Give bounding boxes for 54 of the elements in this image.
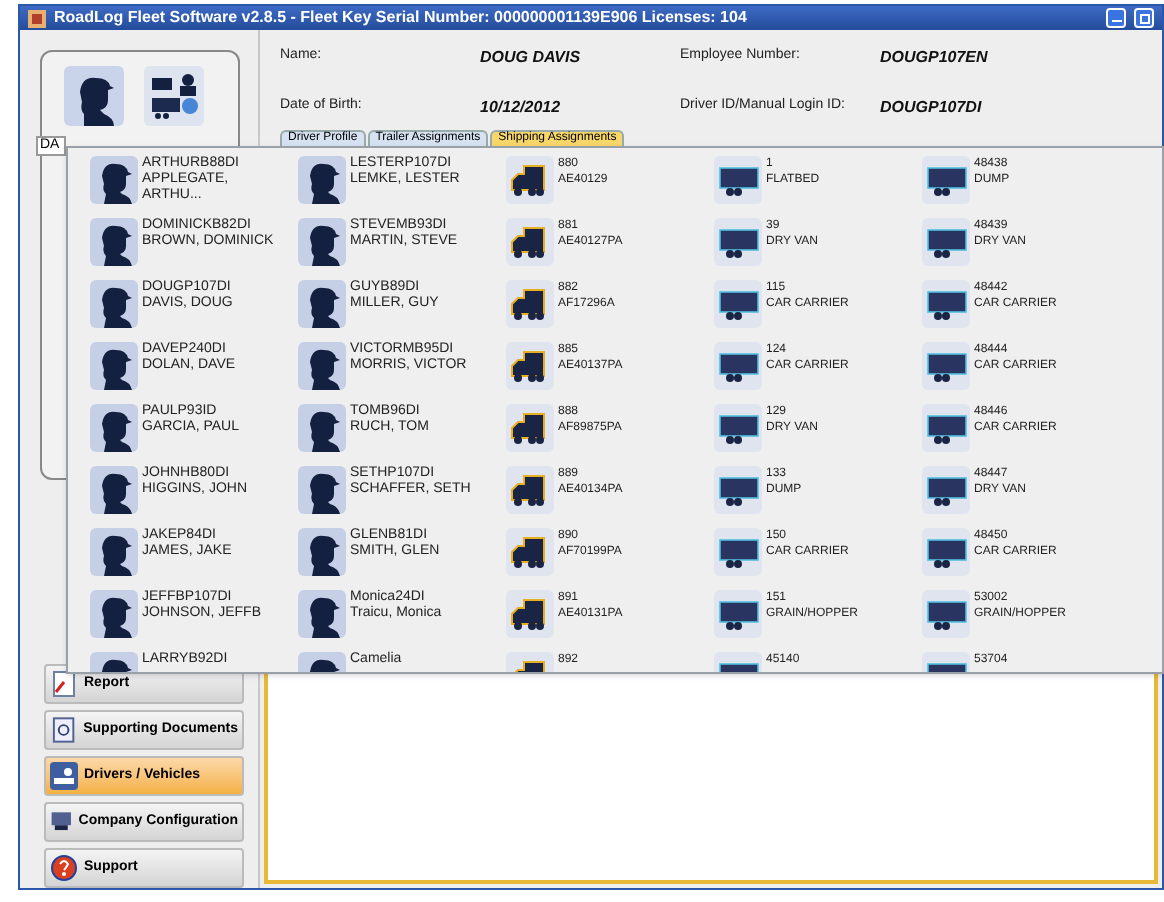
driver-icon[interactable] xyxy=(90,404,138,452)
driver-icon[interactable] xyxy=(298,466,346,514)
driver-icon[interactable] xyxy=(298,404,346,452)
trailer-icon[interactable] xyxy=(714,590,762,638)
trailer-icon[interactable] xyxy=(714,280,762,328)
document-icon xyxy=(50,716,78,744)
driver-icon[interactable] xyxy=(90,280,138,328)
trailer-icon[interactable] xyxy=(922,466,970,514)
driver-vehicle-icon xyxy=(50,762,78,790)
trailer-icon[interactable] xyxy=(922,156,970,204)
driver-vehicle-icon[interactable] xyxy=(144,66,204,126)
trailer-icon[interactable] xyxy=(922,590,970,638)
truck-icon[interactable] xyxy=(506,466,554,514)
truck-icon[interactable] xyxy=(506,156,554,204)
field-value: DOUGP107DI xyxy=(880,96,984,120)
driver-icon[interactable] xyxy=(90,590,138,638)
truck-icon[interactable] xyxy=(506,280,554,328)
trailer-icon[interactable] xyxy=(714,404,762,452)
driver-icon[interactable] xyxy=(90,528,138,576)
field-value: DOUGP107EN xyxy=(880,46,990,70)
truck-icon[interactable] xyxy=(506,528,554,576)
trailer-icon[interactable] xyxy=(922,528,970,576)
app-icon xyxy=(28,9,46,27)
trailer-icon[interactable] xyxy=(922,280,970,328)
trailer-icon[interactable] xyxy=(922,218,970,266)
driver-icon[interactable] xyxy=(64,66,124,126)
truck-icon[interactable] xyxy=(506,342,554,390)
trailer-icon[interactable] xyxy=(922,342,970,390)
driver-icon[interactable] xyxy=(298,156,346,204)
maximize-button[interactable] xyxy=(1134,8,1154,28)
driver-icon[interactable] xyxy=(90,342,138,390)
trailer-icon[interactable] xyxy=(714,466,762,514)
truck-icon[interactable] xyxy=(506,590,554,638)
driver-icon[interactable] xyxy=(298,590,346,638)
truck-icon[interactable] xyxy=(506,404,554,452)
trailer-icon[interactable] xyxy=(714,528,762,576)
driver-icon[interactable] xyxy=(298,528,346,576)
field-value: 10/12/2012 xyxy=(480,96,563,120)
driver-icon[interactable] xyxy=(90,466,138,514)
trailer-icon[interactable] xyxy=(922,404,970,452)
driver-icon[interactable] xyxy=(298,342,346,390)
field-value: DOUG DAVIS xyxy=(480,46,583,70)
report-icon xyxy=(50,670,78,698)
driver-icon[interactable] xyxy=(298,280,346,328)
driver-icon[interactable] xyxy=(90,218,138,266)
trailer-icon[interactable] xyxy=(714,218,762,266)
trailer-icon[interactable] xyxy=(714,342,762,390)
trailer-icon[interactable] xyxy=(714,156,762,204)
driver-icon[interactable] xyxy=(90,156,138,204)
truck-icon[interactable] xyxy=(506,218,554,266)
driver-icon[interactable] xyxy=(298,218,346,266)
window-title: RoadLog Fleet Software v2.8.5 - Fleet Key Serial Number: 000000001139E906 Licenses: 104 xyxy=(54,6,749,30)
minimize-button[interactable] xyxy=(1106,8,1126,28)
help-icon xyxy=(50,854,78,882)
